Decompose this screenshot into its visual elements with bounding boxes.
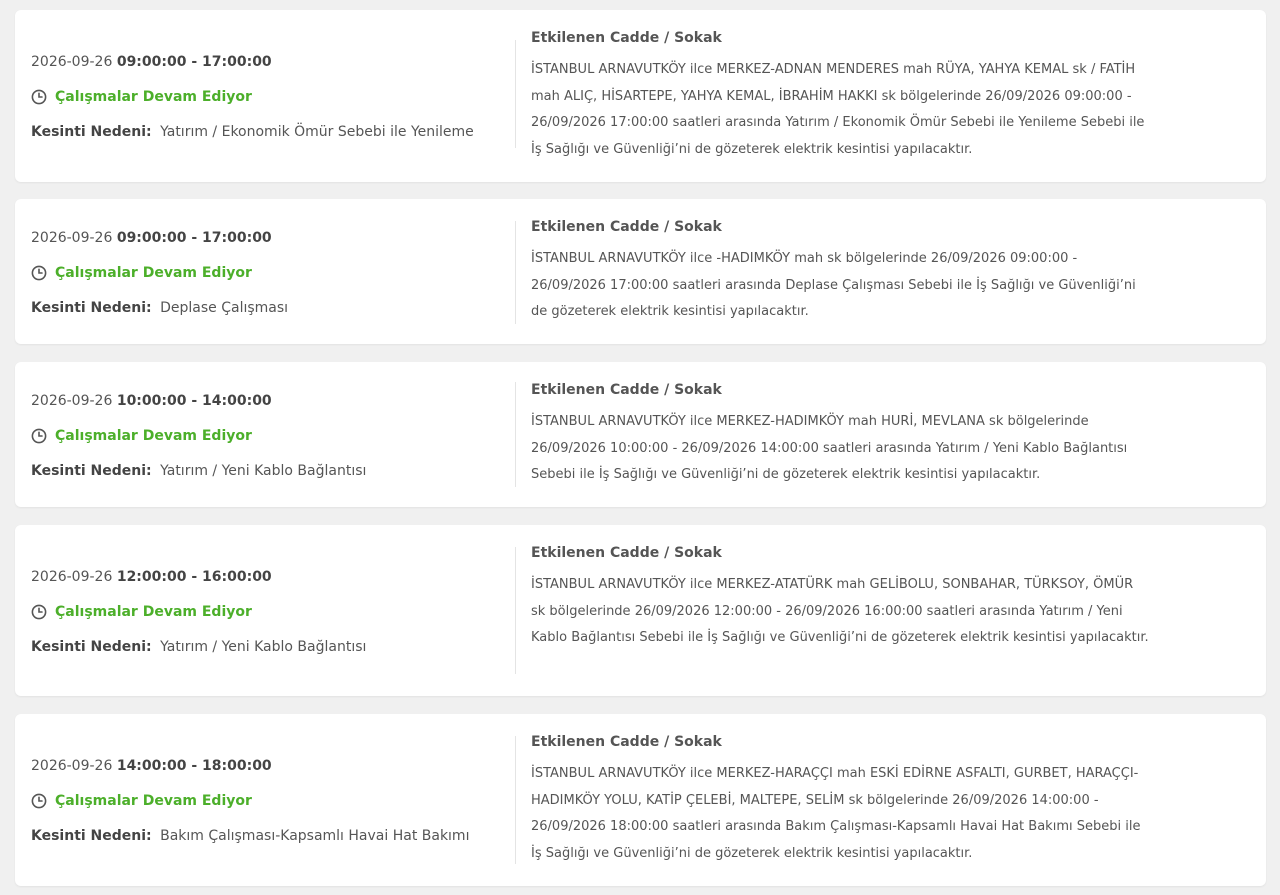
outage-status: Çalışmalar Devam Ediyor (31, 602, 501, 622)
clock-icon (31, 604, 47, 619)
outage-summary: 2026-09-26 09:00:00 - 17:00:00 Çalışmala… (31, 199, 501, 344)
outage-reason: Kesinti Nedeni: Bakım Çalışması-Kapsamlı… (31, 826, 501, 846)
card-divider (515, 547, 516, 674)
outage-date: 2026-09-26 (31, 54, 113, 70)
reason-label: Kesinti Nedeni: (31, 124, 152, 140)
outage-status-text: Çalışmalar Devam Ediyor (55, 89, 252, 105)
outage-reason: Kesinti Nedeni: Yatırım / Ekonomik Ömür … (31, 122, 501, 142)
affected-streets: Etkilenen Cadde / Sokak İSTANBUL ARNAVUT… (531, 217, 1151, 326)
clock-icon (31, 428, 47, 443)
outage-summary: 2026-09-26 12:00:00 - 16:00:00 Çalışmala… (31, 525, 501, 696)
affected-streets-title: Etkilenen Cadde / Sokak (531, 30, 722, 46)
clock-icon (31, 793, 47, 809)
affected-streets: Etkilenen Cadde / Sokak İSTANBUL ARNAVUT… (531, 543, 1151, 652)
outage-card: 2026-09-26 10:00:00 - 14:00:00 Çalışmala… (15, 362, 1266, 507)
affected-streets: Etkilenen Cadde / Sokak İSTANBUL ARNAVUT… (531, 28, 1151, 164)
affected-streets-title: Etkilenen Cadde / Sokak (531, 382, 722, 398)
outage-reason: Kesinti Nedeni: Deplase Çalışması (31, 298, 501, 318)
reason-value: Yatırım / Yeni Kablo Bağlantısı (160, 638, 367, 655)
affected-streets-title: Etkilenen Cadde / Sokak (531, 734, 722, 750)
outage-datetime: 2026-09-26 10:00:00 - 14:00:00 (31, 391, 501, 411)
affected-streets-description: İSTANBUL ARNAVUTKÖY ilce MERKEZ-ADNAN ME… (531, 62, 1145, 158)
outage-card: 2026-09-26 09:00:00 - 17:00:00 Çalışmala… (15, 10, 1266, 182)
reason-value: Bakım Çalışması-Kapsamlı Havai Hat Bakım… (160, 828, 470, 844)
reason-label: Kesinti Nedeni: (31, 828, 152, 844)
affected-streets-title: Etkilenen Cadde / Sokak (531, 545, 722, 561)
reason-label: Kesinti Nedeni: (31, 299, 152, 316)
outage-status-text: Çalışmalar Devam Ediyor (55, 264, 252, 281)
affected-streets-description: İSTANBUL ARNAVUTKÖY ilce -HADIMKÖY mah s… (531, 251, 1136, 320)
outage-card: 2026-09-26 12:00:00 - 16:00:00 Çalışmala… (15, 525, 1266, 696)
outage-date: 2026-09-26 (31, 392, 113, 409)
reason-label: Kesinti Nedeni: (31, 462, 152, 479)
outage-status: Çalışmalar Devam Ediyor (31, 263, 501, 283)
affected-streets-description: İSTANBUL ARNAVUTKÖY ilce MERKEZ-HADIMKÖY… (531, 414, 1128, 483)
card-divider (515, 221, 516, 324)
outage-list: 2026-09-26 09:00:00 - 17:00:00 Çalışmala… (0, 0, 1280, 895)
affected-streets-title: Etkilenen Cadde / Sokak (531, 219, 722, 235)
affected-streets-description: İSTANBUL ARNAVUTKÖY ilce MERKEZ-ATATÜRK … (531, 577, 1149, 646)
card-divider (515, 40, 516, 148)
outage-summary: 2026-09-26 14:00:00 - 18:00:00 Çalışmala… (31, 714, 501, 886)
outage-datetime: 2026-09-26 09:00:00 - 17:00:00 (31, 52, 501, 72)
outage-time: 10:00:00 - 14:00:00 (116, 392, 272, 409)
outage-status-text: Çalışmalar Devam Ediyor (55, 427, 252, 444)
affected-streets-description: İSTANBUL ARNAVUTKÖY ilce MERKEZ-HARAÇÇI … (531, 766, 1141, 862)
outage-time: 09:00:00 - 17:00:00 (116, 54, 272, 70)
card-divider (515, 736, 516, 864)
outage-summary: 2026-09-26 09:00:00 - 17:00:00 Çalışmala… (31, 10, 501, 182)
reason-label: Kesinti Nedeni: (31, 638, 152, 655)
outage-status: Çalışmalar Devam Ediyor (31, 87, 501, 107)
outage-datetime: 2026-09-26 12:00:00 - 16:00:00 (31, 567, 501, 587)
outage-time: 12:00:00 - 16:00:00 (116, 568, 272, 585)
outage-summary: 2026-09-26 10:00:00 - 14:00:00 Çalışmala… (31, 362, 501, 507)
outage-datetime: 2026-09-26 09:00:00 - 17:00:00 (31, 228, 501, 248)
clock-icon (31, 265, 47, 280)
outage-datetime: 2026-09-26 14:00:00 - 18:00:00 (31, 756, 501, 776)
reason-value: Yatırım / Yeni Kablo Bağlantısı (160, 462, 367, 479)
affected-streets: Etkilenen Cadde / Sokak İSTANBUL ARNAVUT… (531, 732, 1151, 868)
outage-time: 09:00:00 - 17:00:00 (116, 229, 272, 246)
outage-card: 2026-09-26 14:00:00 - 18:00:00 Çalışmala… (15, 714, 1266, 886)
outage-status-text: Çalışmalar Devam Ediyor (55, 793, 252, 809)
affected-streets: Etkilenen Cadde / Sokak İSTANBUL ARNAVUT… (531, 380, 1151, 489)
outage-card: 2026-09-26 09:00:00 - 17:00:00 Çalışmala… (15, 199, 1266, 344)
reason-value: Deplase Çalışması (160, 299, 289, 316)
outage-status-text: Çalışmalar Devam Ediyor (55, 603, 252, 620)
outage-reason: Kesinti Nedeni: Yatırım / Yeni Kablo Bağ… (31, 637, 501, 657)
clock-icon (31, 89, 47, 105)
card-divider (515, 382, 516, 487)
outage-time: 14:00:00 - 18:00:00 (116, 758, 272, 774)
outage-date: 2026-09-26 (31, 229, 113, 246)
reason-value: Yatırım / Ekonomik Ömür Sebebi ile Yenil… (160, 124, 474, 140)
outage-date: 2026-09-26 (31, 758, 113, 774)
outage-date: 2026-09-26 (31, 568, 113, 585)
outage-reason: Kesinti Nedeni: Yatırım / Yeni Kablo Bağ… (31, 461, 501, 481)
outage-status: Çalışmalar Devam Ediyor (31, 426, 501, 446)
outage-status: Çalışmalar Devam Ediyor (31, 791, 501, 811)
